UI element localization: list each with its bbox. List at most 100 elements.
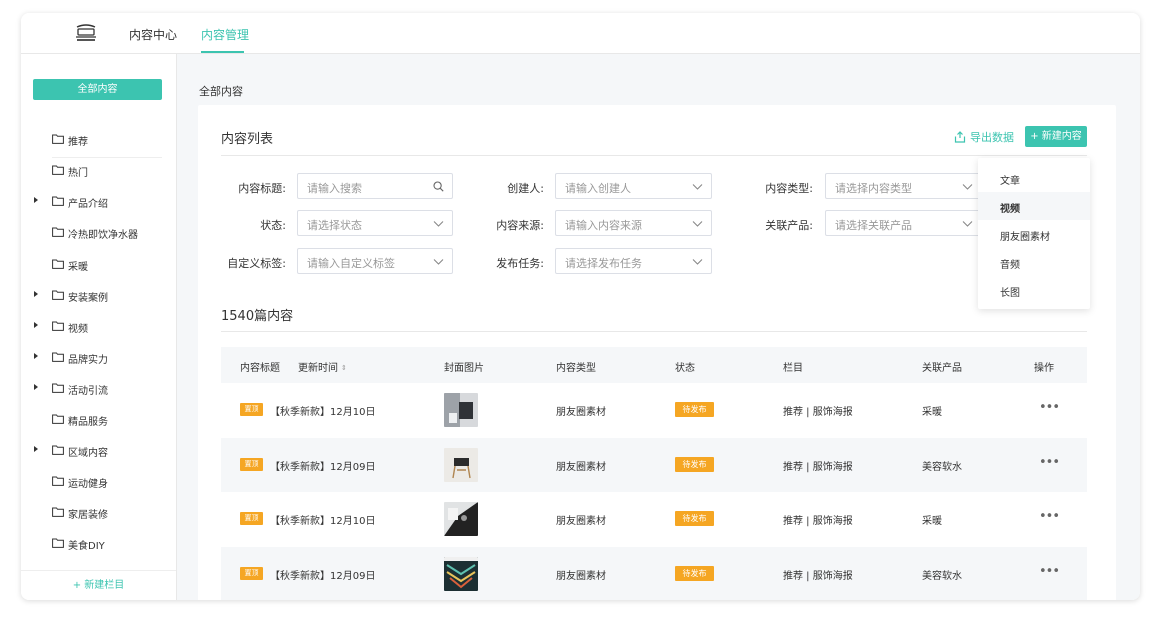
filter-tag-label: 自定义标签: <box>227 257 286 270</box>
chevron-down-icon <box>962 184 973 190</box>
sidebar-item-label: 推荐 <box>68 137 88 148</box>
sidebar-item[interactable]: 美食DIY <box>21 528 176 559</box>
custom-tag-select[interactable]: 请输入自定义标签 <box>297 248 453 274</box>
content-type-dropdown: 文章视频朋友圈素材音频长图 <box>978 158 1090 309</box>
dropdown-option-label: 音频 <box>1000 260 1020 271</box>
dropdown-option[interactable]: 朋友圈素材 <box>978 220 1090 248</box>
filter-status-label: 状态: <box>260 219 286 232</box>
row-product: 采暖 <box>922 407 942 418</box>
folder-icon <box>52 538 64 548</box>
row-title[interactable]: 【秋季新款】12月09日 <box>270 458 375 473</box>
publish-task-placeholder: 请选择发布任务 <box>565 257 642 270</box>
content-type-select[interactable]: 请选择内容类型 <box>825 173 982 199</box>
sidebar-item[interactable]: 热门 <box>21 155 176 186</box>
title-search-input[interactable]: 请输入搜索 <box>297 173 453 199</box>
nav-active-indicator <box>201 51 244 53</box>
new-column-button[interactable]: + 新建栏目 <box>21 570 176 600</box>
dropdown-option[interactable]: 文章 <box>978 164 1090 192</box>
folder-icon <box>52 227 64 237</box>
caret-right-icon[interactable] <box>34 446 38 452</box>
row-type: 朋友圈素材 <box>556 516 606 527</box>
brand-logo-icon[interactable] <box>73 22 99 44</box>
th-status: 状态 <box>675 363 695 374</box>
cover-thumbnail[interactable] <box>444 447 478 482</box>
sidebar-item[interactable]: 活动引流 <box>21 373 176 404</box>
more-actions-icon[interactable]: ••• <box>1039 400 1060 415</box>
source-placeholder: 请输入内容来源 <box>565 219 642 232</box>
row-product: 采暖 <box>922 516 942 527</box>
dropdown-option[interactable]: 长图 <box>978 276 1090 304</box>
cover-thumbnail[interactable] <box>444 393 478 427</box>
th-column: 栏目 <box>783 363 803 374</box>
row-column: 推荐 | 服饰海报 <box>783 570 853 582</box>
row-title[interactable]: 【秋季新款】12月09日 <box>270 567 375 582</box>
table-row[interactable]: 置顶 【秋季新款】12月09日 朋友圈素材 待发布 推荐 | 服饰海报 美容软水 ••• <box>221 437 1087 492</box>
pinned-badge: 置顶 <box>240 512 263 525</box>
status-badge: 待发布 <box>675 565 714 581</box>
sidebar-item[interactable]: 安装案例 <box>21 280 176 311</box>
source-select[interactable]: 请输入内容来源 <box>555 210 712 236</box>
pinned-badge: 置顶 <box>240 457 263 471</box>
dropdown-option[interactable]: 音频 <box>978 248 1090 276</box>
sidebar-item[interactable]: 精品服务 <box>21 404 176 435</box>
sidebar-item-label: 品牌实力 <box>68 355 108 366</box>
table-row[interactable]: 置顶 【秋季新款】12月10日 朋友圈素材 待发布 推荐 | 服饰海报 采暖 ••• <box>221 383 1087 437</box>
sidebar-item-label: 活动引流 <box>68 386 108 397</box>
cover-thumbnail[interactable] <box>444 502 478 536</box>
search-icon <box>433 181 444 192</box>
sidebar-item[interactable]: 区域内容 <box>21 435 176 466</box>
sidebar-item[interactable]: 采暖 <box>21 249 176 280</box>
count-divider <box>221 331 1087 332</box>
sidebar-item[interactable]: 家居装修 <box>21 497 176 528</box>
status-badge: 待发布 <box>675 402 714 417</box>
folder-icon <box>52 321 64 331</box>
sidebar-item[interactable]: 运动健身 <box>21 466 176 497</box>
folder-icon <box>52 414 64 424</box>
folder-icon <box>52 352 64 362</box>
nav-content-center[interactable]: 内容中心 <box>129 26 177 43</box>
more-actions-icon[interactable]: ••• <box>1039 455 1060 470</box>
status-select[interactable]: 请选择状态 <box>297 210 453 236</box>
folder-icon <box>52 507 64 517</box>
all-content-button[interactable]: 全部内容 <box>33 79 162 100</box>
new-content-button[interactable]: + 新建内容 <box>1025 126 1087 147</box>
dropdown-option[interactable]: 视频 <box>978 192 1090 220</box>
row-title[interactable]: 【秋季新款】12月10日 <box>270 512 375 527</box>
sidebar-item[interactable]: 视频 <box>21 311 176 342</box>
sidebar-item[interactable]: 冷热即饮净水器 <box>21 217 176 248</box>
more-actions-icon[interactable]: ••• <box>1039 509 1060 524</box>
sidebar-item[interactable]: 品牌实力 <box>21 342 176 373</box>
dropdown-option-label: 视频 <box>1000 204 1020 215</box>
more-actions-icon[interactable]: ••• <box>1039 564 1060 579</box>
sidebar-item[interactable]: 产品介绍 <box>21 186 176 217</box>
table-row[interactable]: 置顶 【秋季新款】12月10日 朋友圈素材 待发布 推荐 | 服饰海报 采暖 ••• <box>221 492 1087 546</box>
status-badge: 待发布 <box>675 456 714 472</box>
caret-right-icon[interactable] <box>34 384 38 390</box>
publish-task-select[interactable]: 请选择发布任务 <box>555 248 712 274</box>
table-row[interactable]: 置顶 【秋季新款】12月09日 朋友圈素材 待发布 推荐 | 服饰海报 美容软水 ••• <box>221 546 1087 600</box>
caret-right-icon[interactable] <box>34 353 38 359</box>
folder-icon <box>52 445 64 455</box>
row-title[interactable]: 【秋季新款】12月10日 <box>270 403 375 418</box>
sidebar: 全部内容 推荐热门 产品介绍 冷热即饮净水器 采暖安装案例视频品牌实力活动引流精品服务… <box>21 54 177 600</box>
caret-right-icon[interactable] <box>34 322 38 328</box>
product-select[interactable]: 请选择关联产品 <box>825 210 982 236</box>
filter-creator-label: 创建人: <box>507 182 544 195</box>
caret-right-icon[interactable] <box>34 197 38 203</box>
sidebar-item-label: 安装案例 <box>68 293 108 304</box>
cover-thumbnail[interactable] <box>444 556 478 591</box>
title-divider <box>221 155 1087 156</box>
filter-title-label: 内容标题: <box>238 182 286 195</box>
dropdown-option-label: 长图 <box>1000 288 1020 299</box>
custom-tag-placeholder: 请输入自定义标签 <box>307 257 395 270</box>
content-type-placeholder: 请选择内容类型 <box>835 182 912 195</box>
th-type: 内容类型 <box>556 363 596 374</box>
creator-select[interactable]: 请输入创建人 <box>555 173 712 199</box>
th-updated[interactable]: 更新时间 ⇕ <box>298 359 347 374</box>
caret-right-icon[interactable] <box>34 291 38 297</box>
sort-icon: ⇕ <box>341 364 347 372</box>
row-product: 美容软水 <box>922 461 962 473</box>
export-data-button[interactable]: 导出数据 <box>954 129 1014 145</box>
sidebar-item[interactable]: 推荐 <box>21 124 176 155</box>
nav-content-management[interactable]: 内容管理 <box>201 26 249 43</box>
